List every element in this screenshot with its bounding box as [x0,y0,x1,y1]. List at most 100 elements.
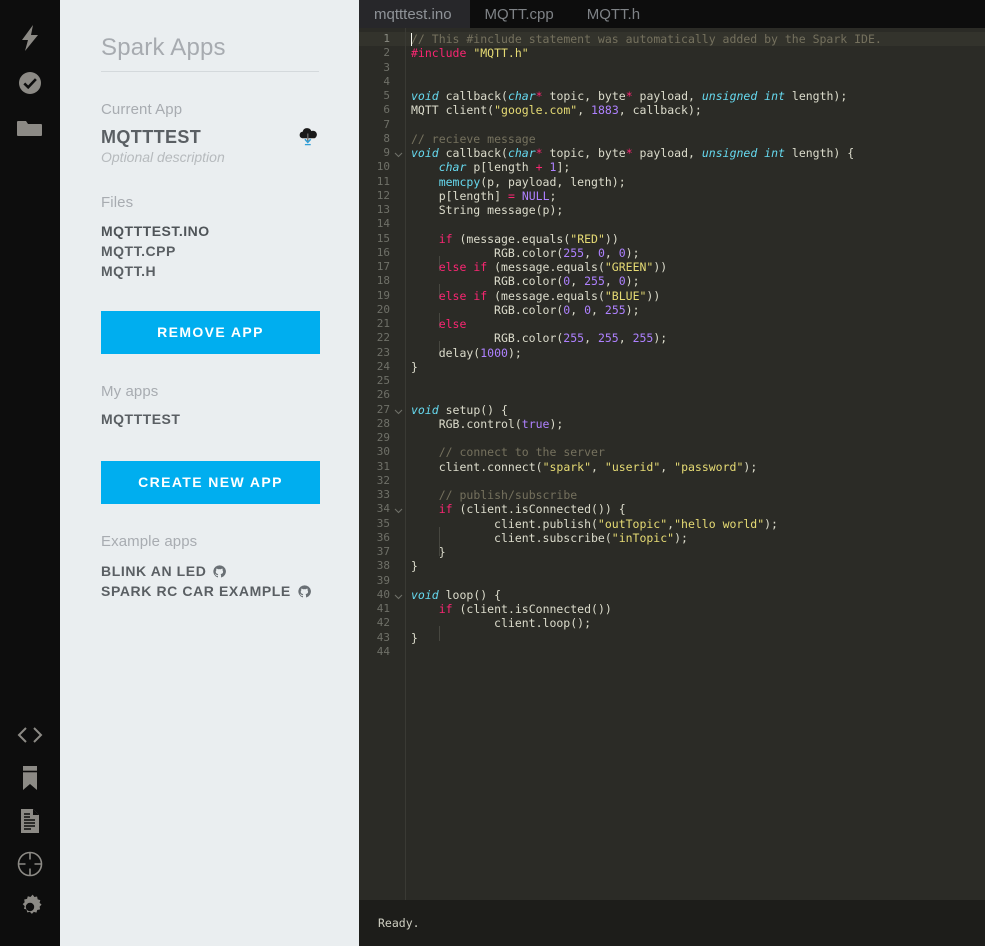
code-line[interactable]: char p[length + 1]; [406,160,985,174]
code-line[interactable]: // connect to the server [406,445,985,459]
code-line[interactable]: } [406,559,985,573]
tab-mqtt-cpp[interactable]: MQTT.cpp [470,0,572,28]
code-content[interactable]: // This #include statement was automatic… [406,28,985,900]
code-line[interactable] [406,474,985,488]
code-line[interactable]: RGB.color(0, 255, 0); [406,274,985,300]
code-line[interactable]: else [406,317,985,331]
code-token: 255 [604,302,626,317]
file-item[interactable]: MQTTTEST.INO [101,221,319,241]
code-line[interactable]: if (message.equals("RED")) [406,232,985,246]
rail-item-docs[interactable] [8,799,52,842]
fold-toggle-icon[interactable] [394,592,403,601]
code-token: * [535,89,543,103]
code-line[interactable]: if (client.isConnected()) { [406,502,985,516]
code-line[interactable]: } [406,631,985,645]
code-line[interactable]: } [406,545,985,559]
github-icon[interactable] [298,585,311,598]
code-token: , [577,103,592,118]
code-line[interactable] [406,118,985,132]
code-line[interactable]: RGB.control(true); [406,417,985,431]
tab-mqtt-h[interactable]: MQTT.h [572,0,658,28]
code-token: 255 [563,331,585,346]
code-token: memcpy [438,174,481,189]
code-folder-icon [17,117,43,139]
code-line[interactable]: String message(p); [406,203,985,217]
code-line[interactable]: client.loop(); [406,616,985,642]
line-number: 42 [376,616,390,630]
fold-toggle-icon[interactable] [394,506,403,515]
code-line[interactable]: if (client.isConnected()) [406,602,985,616]
example-app-item[interactable]: BLINK AN LED [101,561,319,581]
code-token: , [604,274,619,289]
code-line[interactable]: else if (message.equals("GREEN")) [406,260,985,274]
file-item[interactable]: MQTT.CPP [101,241,319,261]
code-line[interactable]: client.publish("outTopic","hello world")… [406,517,985,542]
rail-item-settings[interactable] [8,885,52,928]
code-line[interactable]: RGB.color(255, 255, 255); [406,331,985,357]
code-line[interactable]: memcpy(p, payload, length); [406,175,985,189]
code-line[interactable]: RGB.color(255, 0, 0); [406,246,985,271]
code-token: ]; [556,160,571,175]
code-line[interactable] [406,374,985,388]
fold-toggle-icon[interactable] [394,407,403,416]
line-number: 2 [383,46,390,60]
code-line[interactable] [406,431,985,445]
example-app-item[interactable]: SPARK RC CAR EXAMPLE [101,581,319,601]
create-new-app-button[interactable]: CREATE NEW APP [101,461,320,504]
file-item[interactable]: MQTT.H [101,261,319,281]
line-number: 13 [376,203,390,216]
code-line[interactable]: p[length] = NULL; [406,189,985,203]
code-line[interactable] [406,217,985,231]
github-icon[interactable] [213,565,227,578]
code-token: payload, [632,89,702,103]
code-line[interactable]: MQTT client("google.com", 1883, callback… [406,103,985,117]
code-line[interactable]: // publish/subscribe [406,488,985,502]
code-editor[interactable]: 1 2 3 4 5 6 7 8 9 10 11 12 13 14 15 16 17 18 19 20 21 22 23 24 2… [359,28,985,900]
code-token: ); [549,416,564,431]
code-token: else [438,317,467,331]
rail-item-libraries[interactable] [8,756,52,799]
rail-item-apps[interactable] [8,106,52,150]
code-token: "inTopic" [611,530,675,545]
code-line[interactable]: void callback(char* topic, byte* payload… [406,146,985,160]
code-token: ; [549,188,557,203]
code-token: 0 [584,302,592,317]
code-line[interactable] [406,388,985,402]
code-token: char [438,160,467,175]
rail-item-cores[interactable] [8,842,52,885]
fold-toggle-icon[interactable] [394,150,403,159]
code-line[interactable]: // This #include statement was automatic… [406,32,985,47]
code-token: )) [653,260,668,274]
line-number: 1 [359,32,405,47]
code-line[interactable] [406,645,985,659]
code-token: } [411,545,446,559]
code-line[interactable] [406,574,985,588]
icon-rail [0,0,60,946]
code-line[interactable]: void setup() { [406,403,985,417]
code-line[interactable]: } [406,360,985,374]
code-token: client.loop(); [438,616,591,631]
my-app-item[interactable]: MQTTTEST [101,411,319,427]
code-line[interactable]: void loop() { [406,588,985,602]
icon-rail-bottom-group [8,713,52,946]
cloud-download-icon[interactable] [297,126,319,148]
remove-app-button[interactable]: REMOVE APP [101,311,320,354]
rail-item-verify[interactable] [8,61,52,105]
rail-item-code[interactable] [8,713,52,756]
code-line[interactable]: void callback(char* topic, byte* payload… [406,89,985,103]
rail-item-flash[interactable] [8,16,52,60]
code-line[interactable]: // recieve message [406,132,985,146]
code-line[interactable] [406,61,985,75]
code-token: callback( [438,89,508,103]
code-line[interactable]: delay(1000); [406,346,985,360]
code-line[interactable]: else if (message.equals("BLUE")) [406,289,985,303]
code-line[interactable]: RGB.color(0, 0, 255); [406,302,985,328]
code-line[interactable]: #include "MQTT.h" [406,46,985,60]
line-number: 32 [376,473,390,487]
code-token: char [507,89,536,103]
tab-mqtttest-ino[interactable]: mqtttest.ino [359,0,470,28]
code-line[interactable] [406,75,985,89]
code-line[interactable]: client.subscribe("inTopic"); [406,530,985,556]
code-line[interactable]: client.connect("spark", "userid", "passw… [406,460,985,474]
